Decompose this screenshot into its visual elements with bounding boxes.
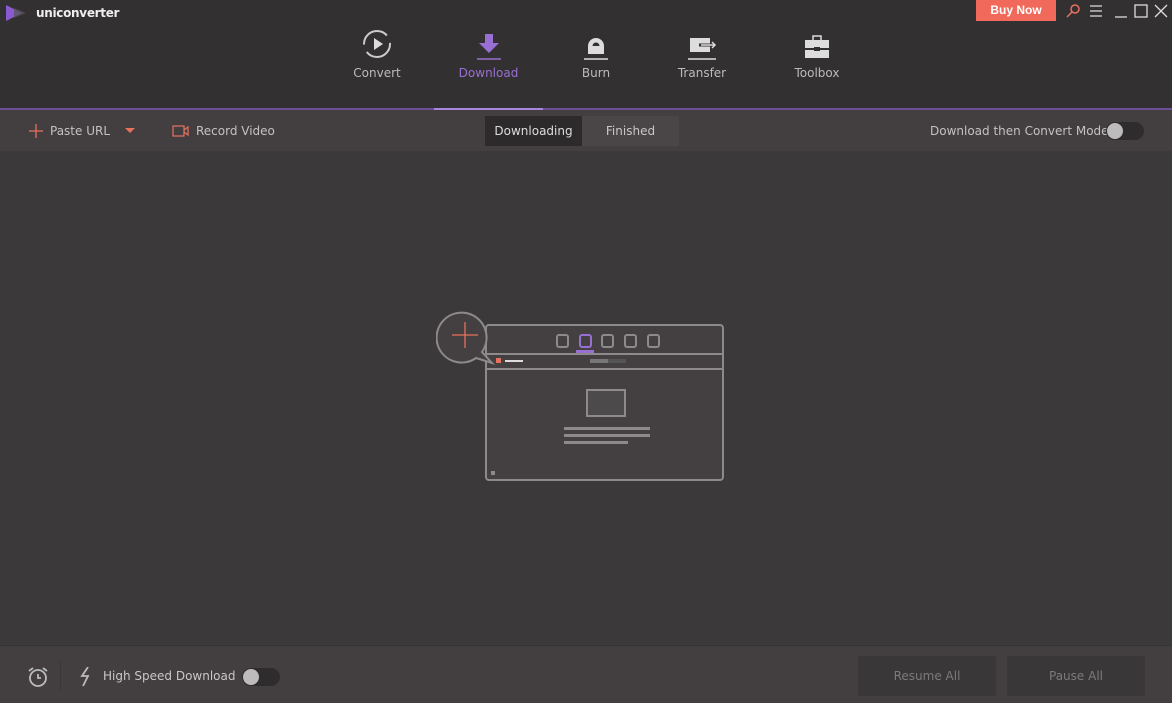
buy-now-button[interactable]: Buy Now bbox=[976, 0, 1056, 21]
toolbox-icon bbox=[805, 35, 829, 58]
nav-label: Toolbox bbox=[794, 66, 840, 80]
menu-icon[interactable] bbox=[1088, 3, 1104, 19]
nav-download[interactable]: Download bbox=[434, 0, 543, 108]
nav-toolbox[interactable]: Toolbox bbox=[777, 0, 857, 108]
record-video-label: Record Video bbox=[196, 123, 275, 138]
toolbar: Paste URL Record Video Downloading Finis… bbox=[0, 110, 1172, 151]
tab-downloading[interactable]: Downloading bbox=[485, 116, 582, 146]
nav-label: Burn bbox=[581, 66, 611, 80]
empty-state-illustration bbox=[436, 311, 724, 481]
maximize-icon[interactable] bbox=[1133, 3, 1149, 19]
high-speed-toggle[interactable] bbox=[242, 668, 280, 686]
resume-all-button[interactable]: Resume All bbox=[858, 656, 996, 696]
convert-mode-toggle[interactable] bbox=[1106, 122, 1144, 140]
pause-all-button[interactable]: Pause All bbox=[1007, 656, 1145, 696]
logo-icon bbox=[6, 5, 26, 21]
download-icon bbox=[476, 34, 501, 60]
paste-url-button[interactable]: Paste URL bbox=[29, 110, 136, 151]
app-logo: uniconverter bbox=[6, 5, 119, 21]
lightning-icon bbox=[80, 667, 90, 687]
title-bar: uniconverter Buy Now Convert Download Bu… bbox=[0, 0, 1172, 108]
nav-label: Download bbox=[458, 66, 519, 80]
transfer-icon bbox=[688, 38, 717, 60]
close-icon[interactable] bbox=[1153, 3, 1169, 19]
alarm-clock-icon[interactable] bbox=[27, 666, 49, 688]
record-video-button[interactable]: Record Video bbox=[172, 110, 275, 151]
app-title: uniconverter bbox=[36, 6, 120, 20]
download-tabs: Downloading Finished bbox=[485, 116, 679, 146]
convert-icon bbox=[363, 30, 391, 58]
tab-finished[interactable]: Finished bbox=[582, 116, 679, 146]
nav-transfer[interactable]: Transfer bbox=[662, 0, 742, 108]
nav-label: Transfer bbox=[677, 66, 727, 80]
divider bbox=[60, 660, 61, 690]
convert-mode-label: Download then Convert Mode bbox=[930, 123, 1109, 138]
key-icon[interactable] bbox=[1065, 3, 1081, 19]
minimize-icon[interactable] bbox=[1113, 3, 1129, 19]
nav-label: Convert bbox=[353, 66, 401, 80]
footer-bar: High Speed Download Resume All Pause All bbox=[0, 645, 1172, 703]
chevron-down-icon[interactable] bbox=[125, 127, 136, 134]
plus-icon bbox=[29, 123, 43, 138]
paste-url-label: Paste URL bbox=[50, 123, 111, 138]
high-speed-label: High Speed Download bbox=[103, 669, 236, 683]
nav-burn[interactable]: Burn bbox=[556, 0, 636, 108]
burn-icon bbox=[584, 38, 608, 60]
nav-convert[interactable]: Convert bbox=[337, 0, 417, 108]
video-camera-icon bbox=[172, 124, 189, 137]
